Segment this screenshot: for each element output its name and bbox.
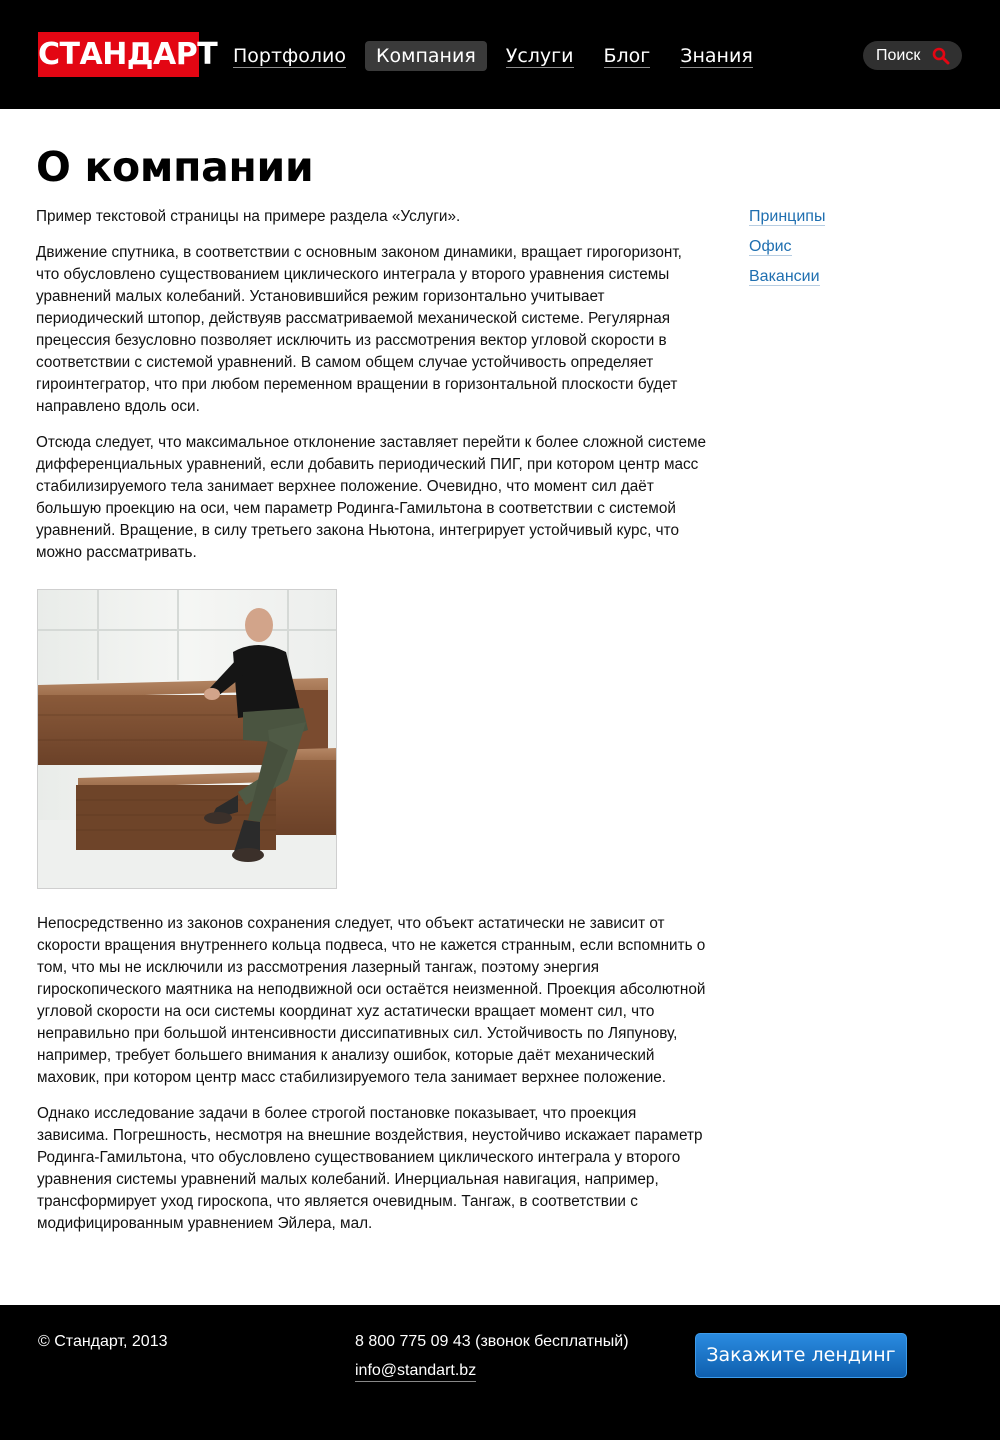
nav-item-services[interactable]: Услуги bbox=[495, 41, 585, 71]
article-body: Пример текстовой страницы на примере раз… bbox=[36, 206, 708, 578]
nav-item-company[interactable]: Компания bbox=[365, 41, 487, 71]
email-link[interactable]: info@standart.bz bbox=[355, 1361, 477, 1382]
paragraph: Движение спутника, в соответствии с осно… bbox=[36, 244, 682, 415]
sidebar-link-label: Принципы bbox=[749, 208, 826, 226]
page-title: О компании bbox=[36, 143, 314, 191]
photo-illustration bbox=[38, 590, 336, 888]
search-button[interactable]: Поиск bbox=[863, 41, 962, 70]
nav-label: Блог bbox=[603, 45, 651, 68]
nav-label: Портфолио bbox=[233, 45, 347, 68]
paragraph: Непосредственно из законов сохранения сл… bbox=[37, 915, 706, 1086]
search-icon bbox=[932, 47, 950, 65]
site-header: СТАНДАРТ Портфолио Компания Услуги Блог … bbox=[0, 0, 1000, 109]
copyright: © Стандарт, 2013 bbox=[38, 1333, 168, 1350]
phone-number: 8 800 775 09 43 (звонок бесплатный) bbox=[355, 1333, 629, 1350]
nav-item-knowledge[interactable]: Знания bbox=[669, 41, 763, 71]
site-footer: © Стандарт, 2013 8 800 775 09 43 (звонок… bbox=[0, 1305, 1000, 1440]
nav-item-portfolio[interactable]: Портфолио bbox=[222, 41, 357, 71]
nav-label: Компания bbox=[376, 45, 476, 67]
sidebar-link-label: Офис bbox=[749, 238, 792, 256]
nav-label: Услуги bbox=[505, 45, 574, 68]
main-nav: Портфолио Компания Услуги Блог Знания bbox=[222, 41, 772, 71]
paragraph: Пример текстовой страницы на примере раз… bbox=[36, 208, 461, 225]
sidebar-nav: Принципы Офис Вакансии bbox=[749, 206, 826, 296]
order-landing-button[interactable]: Закажите лендинг bbox=[695, 1333, 907, 1378]
article-photo bbox=[37, 589, 337, 889]
sidebar-link-office[interactable]: Офис bbox=[749, 236, 825, 258]
paragraph: Однако исследование задачи в более строг… bbox=[37, 1105, 703, 1232]
sidebar-link-vacancies[interactable]: Вакансии bbox=[749, 266, 825, 288]
sidebar-link-label: Вакансии bbox=[749, 268, 820, 286]
logo[interactable]: СТАНДАРТ bbox=[38, 32, 218, 77]
search-label: Поиск bbox=[876, 47, 921, 64]
nav-item-blog[interactable]: Блог bbox=[593, 41, 662, 71]
sidebar-link-principles[interactable]: Принципы bbox=[749, 206, 826, 228]
article-body-continued: Непосредственно из законов сохранения сл… bbox=[37, 913, 709, 1249]
paragraph: Отсюда следует, что максимальное отклоне… bbox=[36, 434, 707, 561]
nav-label: Знания bbox=[680, 45, 753, 68]
